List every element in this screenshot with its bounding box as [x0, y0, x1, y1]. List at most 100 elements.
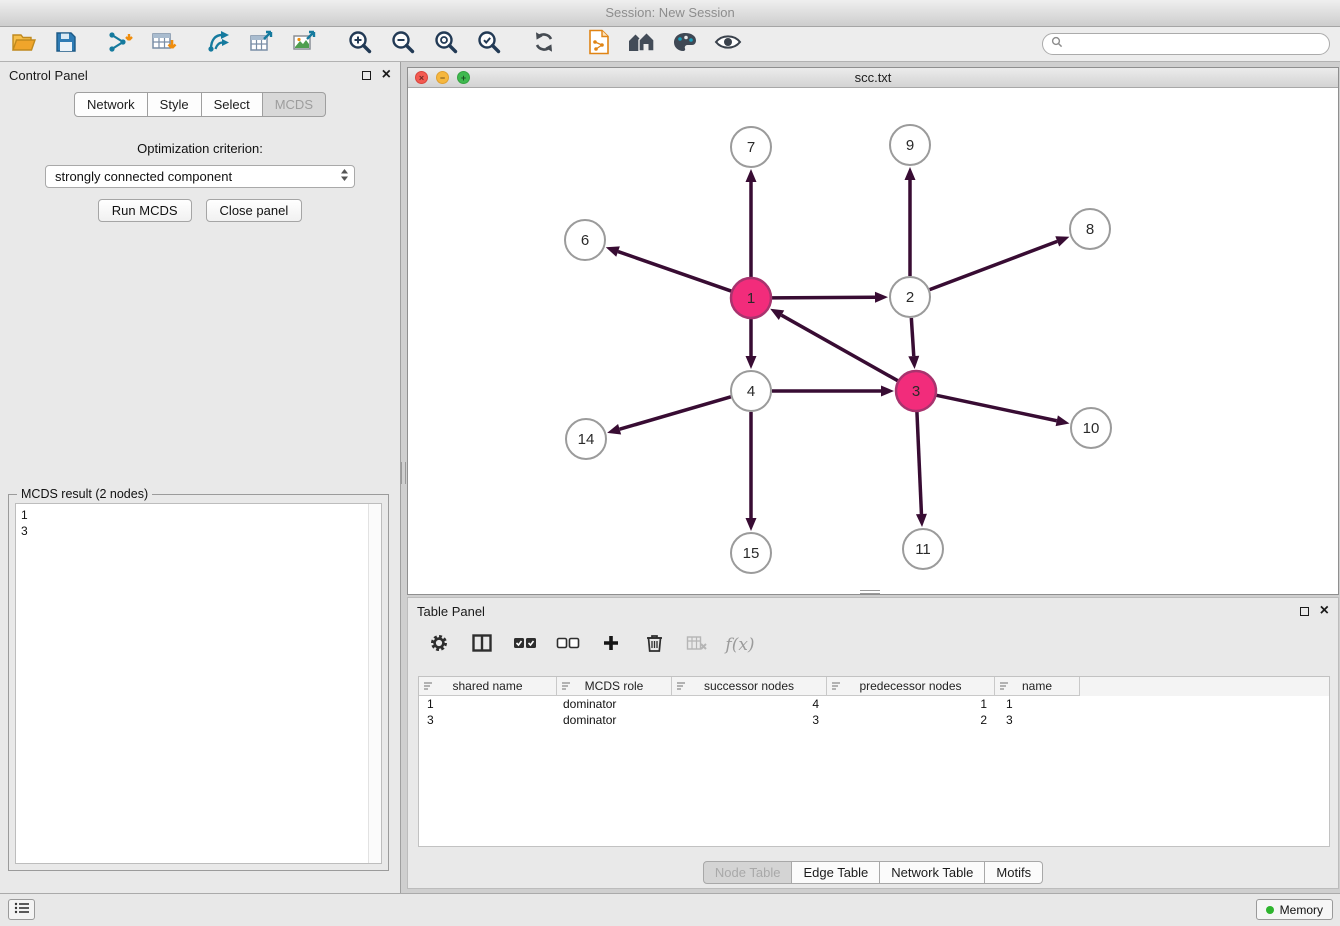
- add-column-button[interactable]: [598, 634, 624, 657]
- table-cell[interactable]: 4: [672, 697, 827, 711]
- show-columns-button[interactable]: [469, 634, 495, 657]
- tab-motifs[interactable]: Motifs: [985, 861, 1043, 884]
- column-header[interactable]: name: [995, 677, 1080, 696]
- control-panel: Control Panel × NetworkStyleSelectMCDS O…: [0, 62, 401, 893]
- tab-select[interactable]: Select: [202, 92, 263, 117]
- network-canvas[interactable]: 7 9 6 8 1 2 4 3 14 10 15 11: [408, 88, 1338, 595]
- network-node-4[interactable]: 4: [731, 371, 771, 411]
- float-table-panel-icon[interactable]: [1300, 607, 1309, 616]
- network-edge-2-9[interactable]: [905, 167, 916, 276]
- network-edge-3-1[interactable]: [770, 309, 898, 381]
- table-cell[interactable]: 3: [419, 713, 557, 727]
- network-node-6[interactable]: 6: [565, 220, 605, 260]
- home-button[interactable]: [627, 29, 657, 59]
- tab-network[interactable]: Network: [74, 92, 148, 117]
- panel-menu-button[interactable]: [8, 899, 35, 920]
- table-cell[interactable]: 3: [995, 713, 1080, 727]
- close-table-panel-icon[interactable]: ×: [1320, 604, 1329, 618]
- export-image-button[interactable]: [290, 29, 320, 59]
- zoom-out-icon: [390, 29, 416, 60]
- splitter-handle-horizontal[interactable]: [860, 590, 880, 594]
- zoom-in-button[interactable]: [345, 29, 375, 59]
- zoom-out-button[interactable]: [388, 29, 418, 59]
- close-window-button[interactable]: ×: [415, 71, 428, 84]
- table-cell[interactable]: 1: [419, 697, 557, 711]
- memory-button[interactable]: Memory: [1256, 899, 1333, 920]
- share-document-button[interactable]: [584, 29, 614, 59]
- network-node-8[interactable]: 8: [1070, 209, 1110, 249]
- export-table-button[interactable]: [247, 29, 277, 59]
- table-row[interactable]: 3dominator323: [419, 712, 1329, 728]
- tab-network-table[interactable]: Network Table: [880, 861, 985, 884]
- table-cell[interactable]: 1: [827, 697, 995, 711]
- column-header[interactable]: predecessor nodes: [827, 677, 995, 696]
- function-builder-button[interactable]: f(x): [727, 635, 753, 655]
- table-cell[interactable]: dominator: [557, 697, 672, 711]
- network-edge-4-3[interactable]: [772, 386, 894, 397]
- refresh-button[interactable]: [529, 29, 559, 59]
- table-cell[interactable]: 1: [995, 697, 1080, 711]
- tab-style[interactable]: Style: [148, 92, 202, 117]
- svg-text:11: 11: [915, 541, 931, 558]
- network-node-10[interactable]: 10: [1071, 408, 1111, 448]
- table-cell[interactable]: 3: [672, 713, 827, 727]
- search-box[interactable]: [1042, 33, 1330, 55]
- network-edge-1-7[interactable]: [746, 169, 757, 277]
- network-node-7[interactable]: 7: [731, 127, 771, 167]
- import-table-button[interactable]: [149, 29, 179, 59]
- tab-edge-table[interactable]: Edge Table: [792, 861, 880, 884]
- export-network-button[interactable]: [204, 29, 234, 59]
- memory-status-dot: [1266, 906, 1274, 914]
- table-row[interactable]: 1dominator411: [419, 696, 1329, 712]
- network-edge-2-8[interactable]: [930, 236, 1070, 289]
- window-titlebar[interactable]: Session: New Session: [0, 0, 1340, 27]
- network-edge-1-2[interactable]: [772, 292, 888, 303]
- float-panel-icon[interactable]: [362, 71, 371, 80]
- network-edge-1-4[interactable]: [746, 319, 757, 369]
- table-cell[interactable]: dominator: [557, 713, 672, 727]
- zoom-selected-button[interactable]: [474, 29, 504, 59]
- network-window-title: scc.txt: [855, 70, 892, 85]
- select-all-button[interactable]: [512, 636, 538, 655]
- network-node-3[interactable]: 3: [896, 371, 936, 411]
- column-header[interactable]: shared name: [419, 677, 557, 696]
- table-settings-button[interactable]: [426, 633, 452, 658]
- network-node-15[interactable]: 15: [731, 533, 771, 573]
- search-input[interactable]: [1068, 36, 1321, 52]
- table-cell[interactable]: 2: [827, 713, 995, 727]
- network-node-1[interactable]: 1: [731, 278, 771, 318]
- column-header[interactable]: MCDS role: [557, 677, 672, 696]
- table-toolbar: f(x): [408, 624, 1338, 666]
- network-edge-3-10[interactable]: [937, 395, 1070, 426]
- tab-mcds[interactable]: MCDS: [263, 92, 326, 117]
- delete-column-button[interactable]: [641, 633, 667, 658]
- run-mcds-button[interactable]: Run MCDS: [98, 199, 192, 222]
- network-edge-4-14[interactable]: [607, 397, 731, 435]
- splitter-handle-vertical[interactable]: [401, 462, 406, 484]
- save-session-button[interactable]: [51, 29, 81, 59]
- mcds-result-list[interactable]: 13: [15, 503, 382, 864]
- column-header[interactable]: successor nodes: [672, 677, 827, 696]
- deselect-all-button[interactable]: [555, 636, 581, 655]
- minimize-window-button[interactable]: −: [436, 71, 449, 84]
- network-node-9[interactable]: 9: [890, 125, 930, 165]
- show-graphics-button[interactable]: [713, 29, 743, 59]
- maximize-window-button[interactable]: +: [457, 71, 470, 84]
- tab-node-table[interactable]: Node Table: [703, 861, 793, 884]
- style-button[interactable]: [670, 29, 700, 59]
- delete-table-button[interactable]: [684, 635, 710, 656]
- network-edge-3-11[interactable]: [916, 412, 927, 527]
- network-window-titlebar[interactable]: × − + scc.txt: [408, 68, 1338, 88]
- network-edge-4-15[interactable]: [746, 412, 757, 531]
- network-node-2[interactable]: 2: [890, 277, 930, 317]
- network-edge-1-6[interactable]: [606, 246, 731, 291]
- open-session-button[interactable]: [8, 29, 38, 59]
- network-edge-2-3[interactable]: [908, 318, 919, 369]
- criterion-dropdown[interactable]: strongly connected component: [45, 165, 355, 188]
- zoom-fit-button[interactable]: [431, 29, 461, 59]
- import-network-button[interactable]: [106, 29, 136, 59]
- close-panel-button[interactable]: Close panel: [206, 199, 303, 222]
- close-panel-icon[interactable]: ×: [382, 68, 391, 82]
- network-node-14[interactable]: 14: [566, 419, 606, 459]
- network-node-11[interactable]: 11: [903, 529, 943, 569]
